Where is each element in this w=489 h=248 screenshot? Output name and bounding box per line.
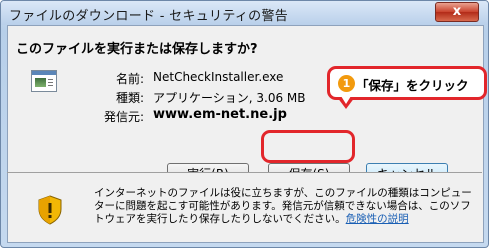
- warning-text: インターネットのファイルは役に立ちますが、このファイルの種類はコンピューターに問…: [94, 187, 472, 225]
- save-button-highlight: [261, 130, 355, 163]
- publisher-value: www.em-net.ne.jp: [153, 107, 287, 122]
- file-type-value: アプリケーション, 3.06 MB: [153, 91, 306, 105]
- security-warning-dialog: ファイルのダウンロード - セキュリティの警告 x このファイルを実行または保存…: [0, 0, 489, 248]
- installer-file-icon: [31, 70, 57, 92]
- name-label: 名前:: [115, 72, 144, 86]
- shield-warning-icon: [38, 195, 62, 225]
- publisher-label: 発信元:: [103, 110, 144, 124]
- type-label: 種類:: [115, 91, 144, 105]
- step-number-badge: 1: [338, 75, 355, 92]
- close-icon: x: [452, 4, 462, 19]
- close-button[interactable]: x: [435, 2, 479, 22]
- dialog-question: このファイルを実行または保存しますか?: [16, 42, 258, 57]
- title-bar[interactable]: ファイルのダウンロード - セキュリティの警告 x: [1, 1, 488, 25]
- warning-footer: インターネットのファイルは役に立ちますが、このファイルの種類はコンピューターに問…: [8, 173, 481, 240]
- warning-message: インターネットのファイルは役に立ちますが、このファイルの種類はコンピューターに問…: [94, 187, 474, 226]
- callout-text: 「保存」をクリック: [356, 78, 469, 93]
- risk-explanation-link[interactable]: 危険性の説明: [346, 213, 409, 225]
- instruction-callout: 1 「保存」をクリック: [327, 66, 487, 100]
- file-name-value: NetCheckInstaller.exe: [153, 70, 284, 84]
- window-title: ファイルのダウンロード - セキュリティの警告: [9, 9, 289, 24]
